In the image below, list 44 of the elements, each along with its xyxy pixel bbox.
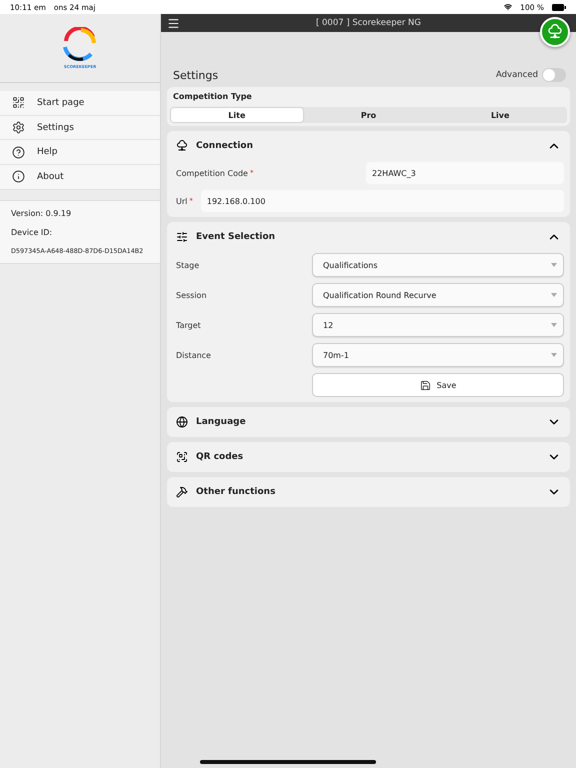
window-title: [ 0007 ] Scorekeeper NG [316, 18, 422, 28]
dropdown-field[interactable]: Qualification Round Recurve [312, 283, 564, 307]
dropdown-field[interactable]: 70m-1 [312, 343, 564, 367]
segment-tab[interactable]: Pro [302, 108, 434, 122]
cloud-network-icon [547, 24, 563, 40]
caret-icon [551, 353, 557, 357]
section-title: Connection [196, 141, 254, 151]
dropdown-field[interactable]: 12 [312, 313, 564, 337]
field-label: Competition Code [175, 168, 248, 178]
section-title: Event Selection [196, 232, 276, 242]
section-icon [176, 231, 188, 243]
section-icon [176, 140, 188, 152]
advanced-switch[interactable] [542, 68, 566, 82]
cloud-network-button[interactable] [540, 17, 570, 47]
section-icon [176, 416, 188, 428]
field-label: Url [175, 196, 188, 206]
section-title: QR codes [196, 452, 244, 462]
battery-icon [552, 4, 566, 10]
section-icon [176, 486, 188, 498]
save-icon [420, 380, 431, 390]
device-id-label: Device ID: [11, 228, 54, 237]
section-icon [176, 451, 188, 463]
segment-tab[interactable]: Lite [171, 108, 303, 122]
save-button[interactable]: Save [312, 373, 564, 397]
field-label: Target [175, 320, 202, 330]
section-title: Other functions [196, 487, 276, 497]
text-field[interactable]: 22HAWC_3 [366, 162, 564, 184]
field-label: Session [175, 290, 208, 300]
field-label: Distance [175, 350, 212, 360]
caret-icon [551, 323, 557, 327]
text-field[interactable]: 192.168.0.100 [200, 190, 564, 212]
section-title: Language [196, 417, 247, 427]
menu-item[interactable]: Settings [0, 116, 160, 140]
caret-icon [551, 293, 557, 297]
logo-icon [63, 27, 97, 61]
caret-icon [551, 263, 557, 267]
dropdown-field[interactable]: Qualifications [312, 253, 564, 277]
segment-tab[interactable]: Live [434, 108, 566, 122]
field-label: Stage [175, 260, 200, 270]
competition-type-label: Competition Type [172, 92, 253, 101]
advanced-label: Advanced [496, 70, 538, 80]
version-text: Version: 0.9.19 [11, 208, 72, 218]
page-title: Settings [173, 68, 218, 82]
wifi-icon [504, 3, 512, 11]
